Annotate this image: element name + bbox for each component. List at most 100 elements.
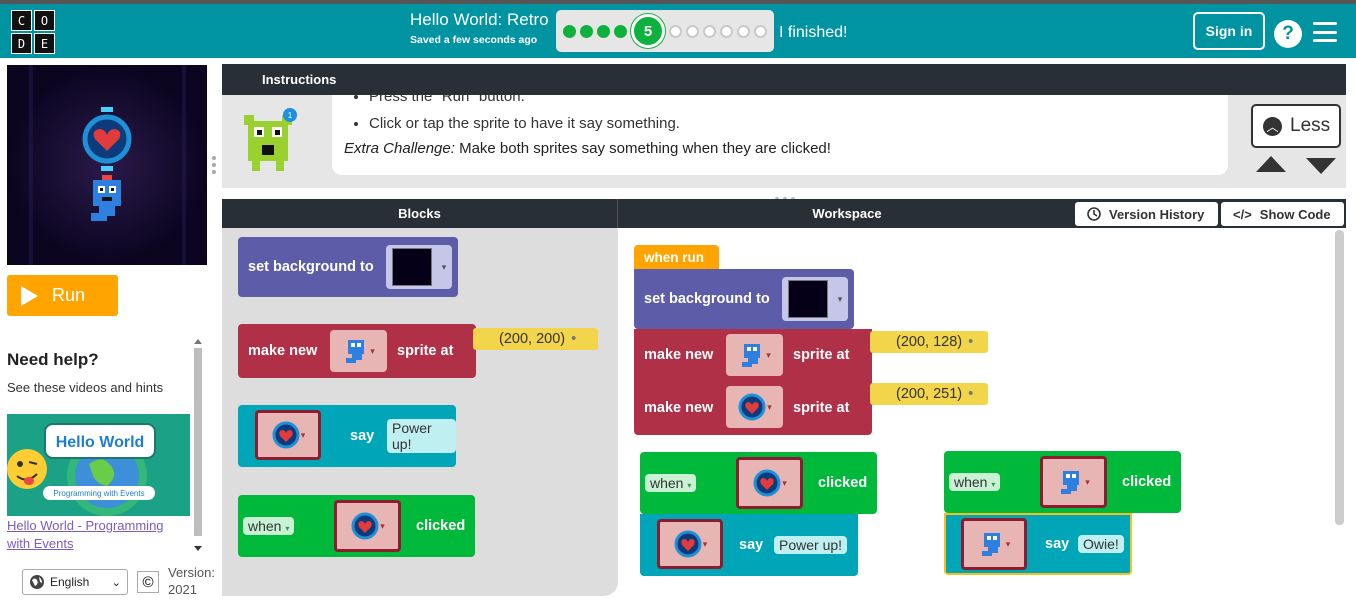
sprite-dropdown[interactable]: ▾ (330, 330, 387, 372)
sprite-dropdown[interactable]: ▾ (657, 519, 723, 569)
block-label: clicked (818, 475, 868, 491)
thumb-title: Hello World (56, 434, 145, 451)
event-dropdown[interactable]: when ▾ (645, 474, 697, 492)
when-run-block[interactable]: when run (634, 245, 719, 269)
sprite-dropdown[interactable]: ▾ (1040, 456, 1107, 508)
block-label: clicked (416, 518, 466, 534)
ghost-sprite-icon (742, 344, 761, 367)
location-block[interactable]: (200, 200) • (473, 328, 598, 350)
block-label: make new (248, 343, 318, 359)
copyright-button[interactable]: © (137, 571, 159, 593)
extra-label: Extra Challenge: (344, 140, 455, 157)
blocks-toolbox: set background to ▾ make new ▾ sprite at… (222, 228, 618, 596)
block-label: say (350, 428, 375, 444)
help-icon[interactable]: ? (1274, 20, 1302, 48)
say-block-selected[interactable]: ▾ say Owie! (944, 513, 1132, 575)
hamburger-menu-icon[interactable] (1313, 22, 1337, 42)
say-block[interactable]: ▾ say Power up! (238, 405, 456, 467)
sprite-dropdown[interactable]: ▾ (334, 500, 401, 552)
finished-link[interactable]: I finished! (779, 24, 847, 42)
when-clicked-block[interactable]: when ▾ ▾ clicked (640, 452, 877, 514)
bot-avatar-icon: 1 (244, 108, 297, 171)
splitter-dots-icon (212, 156, 216, 174)
make-new-sprite-block[interactable]: make new ▾ sprite at (238, 324, 476, 378)
run-button[interactable]: Run (7, 275, 118, 316)
sprite-dropdown[interactable]: ▾ (726, 386, 783, 428)
say-block[interactable]: ▾ say Power up! (640, 514, 858, 576)
less-button[interactable]: ︿ Less (1251, 104, 1341, 148)
dropdown-arrow-icon: ▾ (1005, 538, 1011, 549)
make-new-sprite-block[interactable]: make new ▾ sprite at (634, 381, 872, 435)
top-bar: C O D E Hello World: Retro Saved a few s… (0, 0, 1356, 58)
blocks-title: Blocks (222, 199, 618, 228)
block-label: sprite at (397, 343, 454, 359)
instructions-header (222, 64, 1346, 95)
block-label: make new (644, 347, 714, 363)
background-dropdown[interactable]: ▾ (782, 277, 848, 321)
scrollbar-thumb[interactable] (194, 348, 202, 536)
say-text-field[interactable]: Power up! (387, 419, 456, 453)
event-dropdown[interactable]: when ▾ (243, 517, 295, 535)
dropdown-arrow-icon: ▾ (766, 349, 771, 360)
level-dot[interactable] (754, 24, 767, 38)
event-dropdown[interactable]: when ▾ (949, 473, 1001, 491)
level-dot[interactable] (597, 24, 610, 38)
dropdown-arrow-icon: ▾ (441, 261, 447, 272)
set-background-block[interactable]: set background to ▾ (238, 237, 458, 297)
event-label: when (650, 475, 684, 491)
help-scrollbar[interactable] (193, 338, 203, 553)
workspace-canvas[interactable]: when run set background to ▾ make new ▾ … (618, 228, 1346, 596)
location-block[interactable]: (200, 128) • (870, 331, 988, 353)
extra-challenge: Extra Challenge: Make both sprites say s… (344, 140, 831, 157)
say-text-field[interactable]: Owie! (1078, 535, 1124, 553)
dropdown-arrow-icon: ▾ (300, 429, 306, 440)
video-link[interactable]: Hello World - Programming with Events (7, 517, 187, 553)
heart-sprite-icon (753, 469, 781, 497)
workspace-scrollbar[interactable] (1335, 230, 1344, 525)
instructions-bubble: Press the "Run" button. Click or tap the… (332, 95, 1228, 175)
code-logo[interactable]: C O D E (11, 10, 55, 54)
say-text-field[interactable]: Power up! (774, 536, 848, 554)
level-dot[interactable] (720, 24, 733, 38)
block-label: sprite at (793, 400, 850, 416)
version-history-button[interactable]: Version History (1075, 202, 1218, 226)
sign-in-button[interactable]: Sign in (1193, 12, 1265, 50)
level-dot[interactable] (703, 24, 716, 38)
thumbnail-art: Hello World Programming with Events (7, 423, 156, 516)
when-clicked-block[interactable]: when ▾ ▾ clicked (944, 451, 1181, 513)
level-dot[interactable] (614, 24, 627, 38)
set-background-block[interactable]: set background to ▾ (634, 269, 854, 329)
instructions-tab[interactable]: Instructions (222, 64, 338, 95)
location-block[interactable]: (200, 251) • (870, 383, 988, 405)
when-clicked-block[interactable]: when ▾ ▾ clicked (238, 495, 475, 557)
level-dot[interactable] (563, 24, 576, 38)
heart-sprite-icon (272, 421, 300, 449)
level-dot[interactable] (737, 24, 750, 38)
level-dot[interactable] (580, 24, 593, 38)
thumb-subtitle: Programming with Events (53, 489, 144, 498)
language-value: English (50, 575, 90, 589)
video-thumbnail[interactable]: Hello World Programming with Events (7, 414, 190, 516)
language-select[interactable]: English ⌄ (22, 569, 128, 595)
sprite-dropdown[interactable]: ▾ (736, 457, 803, 509)
pane-splitter[interactable] (211, 155, 217, 175)
left-pane: Run Need help? See these videos and hint… (0, 58, 220, 606)
coord-value: (200, 200) (499, 331, 566, 347)
coord-value: (200, 251) (896, 386, 963, 402)
block-label: say (739, 537, 764, 553)
background-dropdown[interactable]: ▾ (386, 245, 452, 289)
current-level[interactable]: 5 (631, 14, 665, 48)
dropdown-arrow-icon: ▾ (837, 293, 843, 304)
saved-status: Saved a few seconds ago (410, 34, 538, 46)
level-dot[interactable] (669, 24, 682, 38)
sprite-dropdown[interactable]: ▾ (726, 334, 783, 376)
dropdown-arrow-icon: ▾ (702, 538, 708, 549)
instructions-resize-handle[interactable] (774, 189, 796, 201)
sprite-dropdown[interactable]: ▾ (961, 518, 1027, 570)
level-dot[interactable] (686, 24, 699, 38)
game-stage[interactable] (7, 65, 207, 265)
show-code-button[interactable]: </> Show Code (1221, 202, 1344, 226)
make-new-sprite-block[interactable]: make new ▾ sprite at (634, 329, 872, 381)
sprite-dropdown[interactable]: ▾ (255, 410, 321, 460)
block-label: when run (644, 249, 704, 265)
